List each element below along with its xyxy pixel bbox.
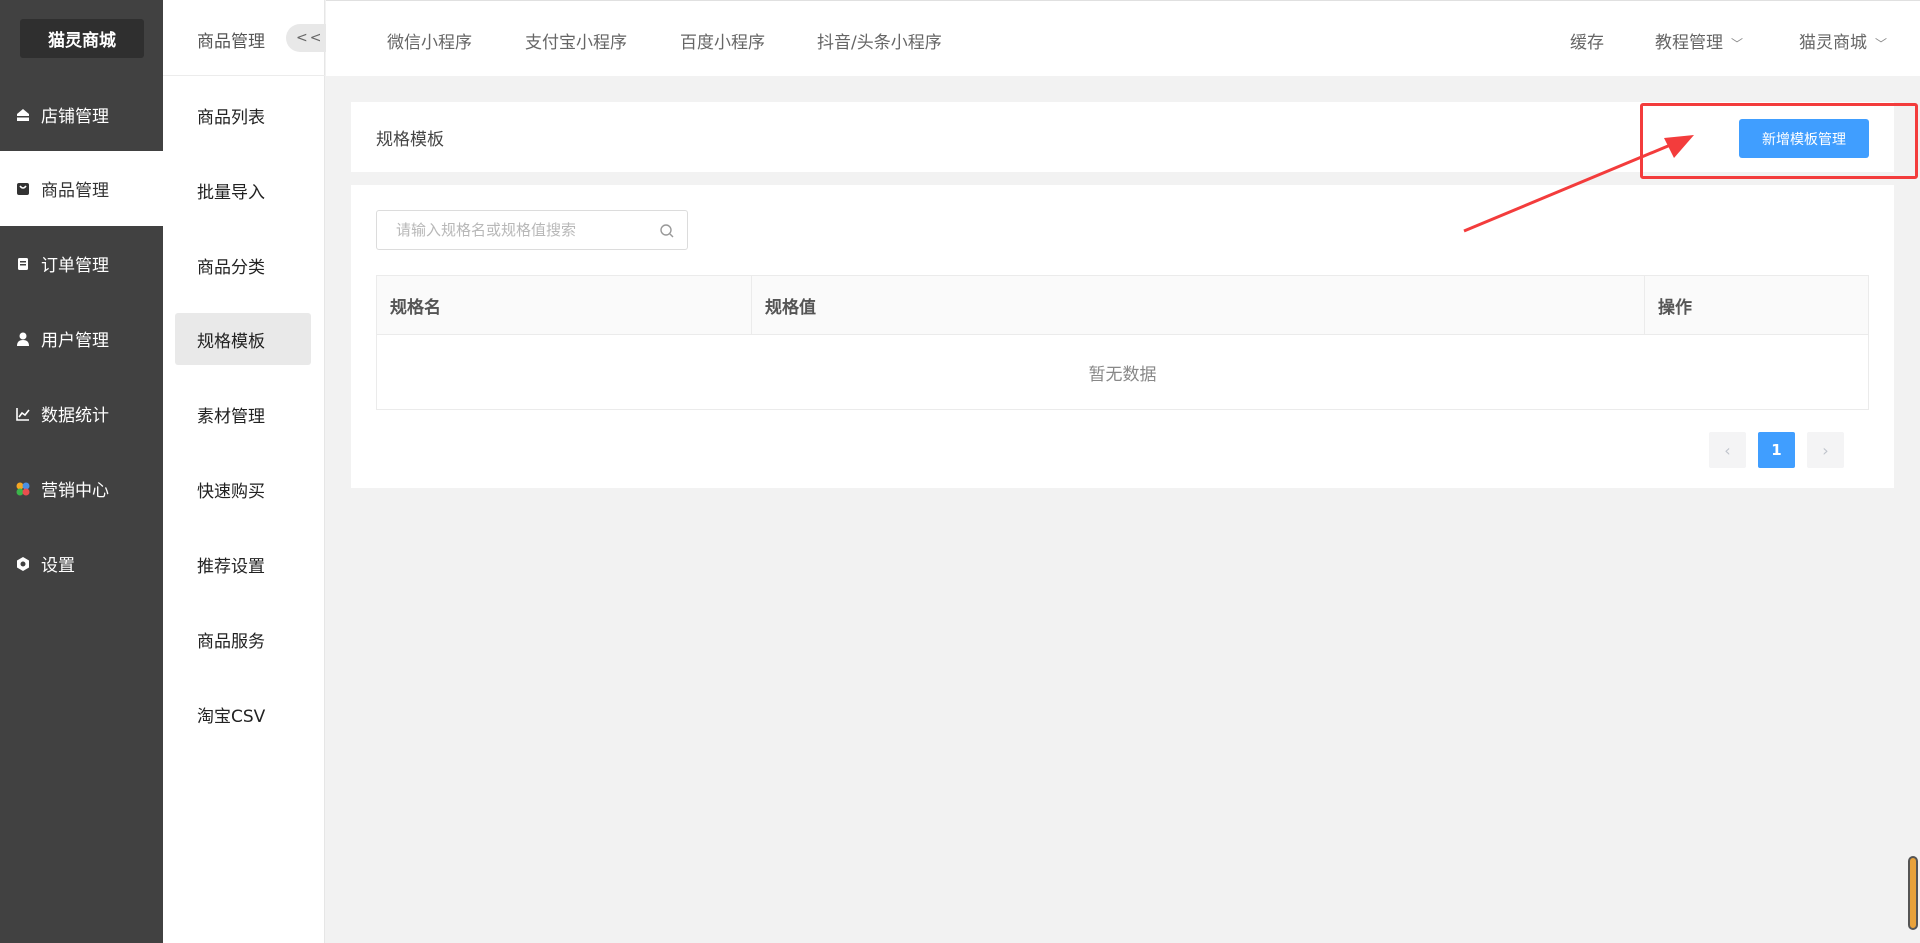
chevron-down-icon: ﹀	[1875, 37, 1888, 51]
tab-alipay-miniprogram[interactable]: 支付宝小程序	[525, 28, 627, 53]
tab-baidu-miniprogram[interactable]: 百度小程序	[680, 28, 765, 53]
subnav-item-materials[interactable]: 素材管理	[175, 388, 311, 440]
subnav-item-quick-buy[interactable]: 快速购买	[175, 463, 311, 515]
marketing-icon	[14, 480, 32, 498]
user-icon	[14, 330, 32, 348]
order-icon	[14, 255, 32, 273]
column-spec-name: 规格名	[377, 276, 752, 334]
table-header: 规格名 规格值 操作	[377, 276, 1868, 335]
tutorial-menu[interactable]: 教程管理 ﹀	[1655, 28, 1743, 53]
spec-template-card: 规格名 规格值 操作 暂无数据 ‹ 1 ›	[351, 185, 1894, 488]
top-header: 微信小程序 支付宝小程序 百度小程序 抖音/头条小程序 缓存 教程管理 ﹀ 猫灵商…	[326, 0, 1920, 76]
tab-douyin-miniprogram[interactable]: 抖音/头条小程序	[817, 28, 942, 53]
page-header-card: 规格模板 新增模板管理	[351, 102, 1894, 172]
sidebar-item-label: 店铺管理	[41, 107, 109, 127]
page-number[interactable]: 1	[1758, 432, 1795, 468]
product-icon	[14, 180, 32, 198]
column-actions: 操作	[1658, 297, 1692, 318]
column-spec-value: 规格值	[752, 276, 1645, 334]
sidebar-item-marketing[interactable]: 营销中心	[0, 451, 163, 526]
sidebar-item-settings[interactable]: 设置	[0, 526, 163, 601]
subnav-title: 商品管理	[197, 32, 265, 52]
search-box	[376, 210, 688, 250]
collapse-sidebar-button[interactable]: <<	[286, 24, 330, 52]
pagination: ‹ 1 ›	[1709, 432, 1844, 468]
next-page-button[interactable]: ›	[1807, 432, 1844, 468]
subnav-item-bulk-import[interactable]: 批量导入	[175, 164, 311, 216]
subnav-item-category[interactable]: 商品分类	[175, 239, 311, 291]
store-menu-label: 猫灵商城	[1799, 33, 1867, 53]
chart-icon	[14, 405, 32, 423]
store-menu[interactable]: 猫灵商城 ﹀	[1799, 28, 1887, 53]
subnav-item-service[interactable]: 商品服务	[175, 613, 311, 665]
sidebar-item-store[interactable]: 店铺管理	[0, 77, 163, 152]
add-template-button[interactable]: 新增模板管理	[1739, 119, 1869, 158]
sidebar-item-label: 设置	[41, 556, 75, 576]
scrollbar-thumb[interactable]	[1908, 856, 1918, 930]
cache-button[interactable]: 缓存	[1570, 28, 1604, 53]
tutorial-menu-label: 教程管理	[1655, 33, 1723, 53]
prev-page-button[interactable]: ‹	[1709, 432, 1746, 468]
sub-sidebar: 商品管理 商品列表 批量导入 商品分类 规格模板 素材管理 快速购买 推荐设置 …	[163, 0, 325, 943]
sidebar-item-label: 商品管理	[41, 181, 109, 201]
search-input[interactable]	[377, 211, 647, 249]
main-sidebar: 猫灵商城 店铺管理 商品管理 订单管理 用户管理 数据统计 营销中心 设置	[0, 0, 163, 943]
sidebar-item-label: 数据统计	[41, 406, 109, 426]
sidebar-item-statistics[interactable]: 数据统计	[0, 376, 163, 451]
empty-state: 暂无数据	[1088, 364, 1157, 385]
store-icon	[14, 106, 32, 124]
subnav-item-recommend[interactable]: 推荐设置	[175, 538, 311, 590]
tab-wechat-miniprogram[interactable]: 微信小程序	[387, 28, 472, 53]
sidebar-item-label: 订单管理	[41, 256, 109, 276]
sidebar-item-label: 营销中心	[41, 481, 109, 501]
page-title: 规格模板	[376, 130, 444, 150]
subnav-item-taobao-csv[interactable]: 淘宝CSV	[175, 688, 311, 740]
app-logo[interactable]: 猫灵商城	[20, 19, 144, 58]
settings-icon	[14, 555, 32, 573]
chevron-down-icon: ﹀	[1731, 37, 1744, 51]
sidebar-item-users[interactable]: 用户管理	[0, 301, 163, 376]
spec-table: 规格名 规格值 操作 暂无数据	[376, 275, 1869, 410]
search-icon[interactable]	[659, 223, 675, 239]
subnav-item-spec-template[interactable]: 规格模板	[175, 313, 311, 365]
sidebar-item-products[interactable]: 商品管理	[0, 151, 163, 226]
subnav-item-product-list[interactable]: 商品列表	[175, 89, 311, 141]
sidebar-item-orders[interactable]: 订单管理	[0, 226, 163, 301]
sidebar-item-label: 用户管理	[41, 331, 109, 351]
